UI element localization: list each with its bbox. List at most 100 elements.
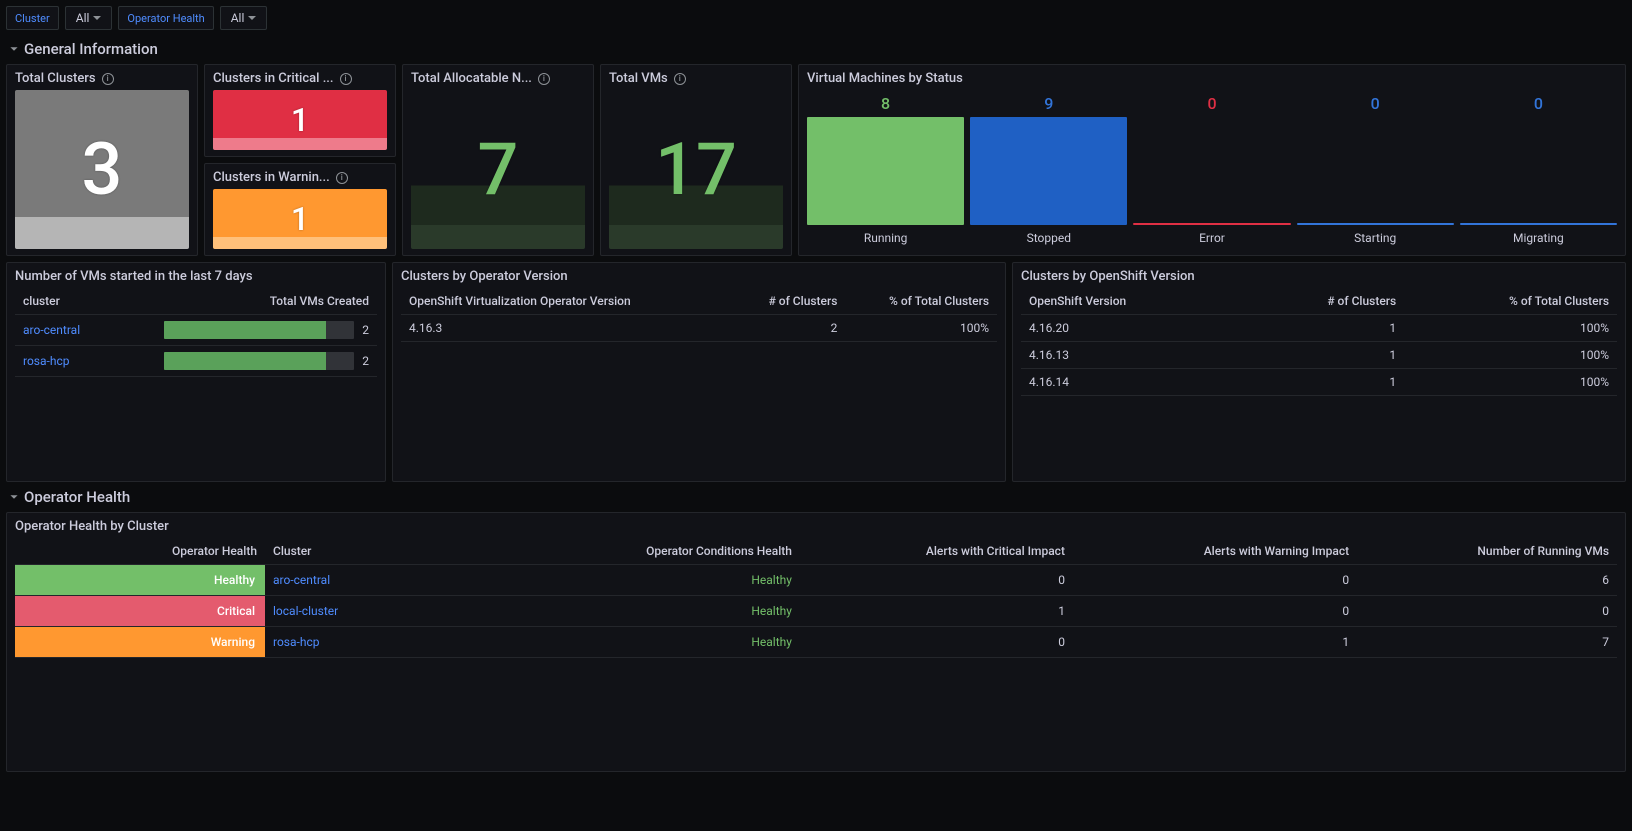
cluster-link[interactable]: rosa-hcp (265, 627, 515, 657)
vm-status-label: Migrating (1513, 231, 1564, 245)
table-row: rosa-hcp 2 (15, 346, 377, 377)
gauge-value: 2 (362, 323, 369, 337)
gauge-cell: 2 (156, 346, 378, 377)
section-header-operator-health[interactable]: Operator Health (10, 488, 1626, 506)
vm-bar (807, 117, 964, 225)
vm-bar (1460, 223, 1617, 225)
vm-status-label: Stopped (1027, 231, 1071, 245)
cell-crit-alerts: 0 (800, 565, 1073, 595)
cell-pct: 100% (1404, 342, 1617, 369)
panel-oh-by-cluster[interactable]: Operator Health by Cluster Operator Heal… (6, 512, 1626, 772)
cluster-link[interactable]: rosa-hcp (15, 346, 156, 377)
cell-running-vms: 0 (1357, 596, 1617, 626)
panel-vms-started[interactable]: Number of VMs started in the last 7 days… (6, 262, 386, 482)
gauge-value: 2 (362, 354, 369, 368)
panel-warning[interactable]: Clusters in Warnin... i 1 (204, 163, 396, 256)
gauge-cell: 2 (156, 315, 378, 346)
panel-critical[interactable]: Clusters in Critical ... i 1 (204, 64, 396, 157)
th-cluster[interactable]: cluster (15, 288, 156, 315)
stat-chart: 17 (609, 90, 783, 249)
stat-value-total-vms: 17 (655, 127, 737, 212)
cell-version: 4.16.13 (1021, 342, 1240, 369)
th-crit[interactable]: Alerts with Critical Impact (800, 538, 1073, 565)
th-op-ver[interactable]: OpenShift Virtualization Operator Versio… (401, 288, 729, 315)
vm-bar-wrap (1297, 117, 1454, 225)
panel-title-total-vms: Total VMs (609, 71, 668, 86)
row-operator-health: Operator Health by Cluster Operator Heal… (6, 512, 1626, 772)
panel-title-oh: Operator Health by Cluster (15, 519, 169, 534)
cell-health-badge: Warning (15, 627, 265, 658)
stat-value-allocatable: 7 (478, 127, 519, 212)
th-oh[interactable]: Operator Health (15, 538, 265, 565)
th-cluster-count[interactable]: # of Clusters (729, 288, 846, 315)
stat-chart: 1 (213, 189, 387, 249)
vm-count: 0 (1371, 94, 1380, 113)
cell-count: 2 (729, 315, 846, 342)
th-pct[interactable]: % of Total Clusters (1404, 288, 1617, 315)
th-os-ver[interactable]: OpenShift Version (1021, 288, 1240, 315)
info-icon[interactable]: i (102, 73, 114, 85)
cell-warn-alerts: 0 (1073, 596, 1357, 626)
cell-count: 1 (1240, 369, 1404, 396)
cell-crit-alerts: 0 (800, 627, 1073, 657)
table-oh: Operator Health Cluster Operator Conditi… (15, 538, 1617, 658)
th-total-created[interactable]: Total VMs Created (156, 288, 378, 315)
panel-title-os-version: Clusters by OpenShift Version (1021, 269, 1195, 284)
filter-select-operator-health[interactable]: All (220, 6, 268, 30)
vm-bar (1297, 223, 1454, 225)
th-cond[interactable]: Operator Conditions Health (515, 538, 800, 565)
vm-status-column: 0 Error (1133, 94, 1290, 245)
info-icon[interactable]: i (336, 172, 348, 184)
vm-bar (970, 117, 1127, 225)
table-row: Warning rosa-hcp Healthy 0 1 7 (15, 627, 1617, 658)
panel-title-critical: Clusters in Critical ... (213, 71, 334, 86)
filter-select-cluster[interactable]: All (65, 6, 113, 30)
cluster-link[interactable]: aro-central (15, 315, 156, 346)
th-pct[interactable]: % of Total Clusters (845, 288, 997, 315)
table-row: Critical local-cluster Healthy 1 0 0 (15, 596, 1617, 627)
stat-chart: 3 (15, 90, 189, 249)
cell-crit-alerts: 1 (800, 596, 1073, 626)
vm-count: 0 (1534, 94, 1543, 113)
th-running[interactable]: Number of Running VMs (1357, 538, 1617, 565)
stat-chart: 1 (213, 90, 387, 150)
th-warn[interactable]: Alerts with Warning Impact (1073, 538, 1357, 565)
stat-value-total-clusters: 3 (82, 127, 123, 212)
vm-status-column: 9 Stopped (970, 94, 1127, 245)
panel-vm-status[interactable]: Virtual Machines by Status 8 Running 9 S… (798, 64, 1626, 256)
chevron-down-icon (10, 47, 17, 51)
row-general-stats: Total Clusters i 3 Clusters in Critical … (6, 64, 1626, 256)
panel-title-warning: Clusters in Warnin... (213, 170, 330, 185)
panel-title-allocatable: Total Allocatable N... (411, 71, 532, 86)
cell-count: 1 (1240, 342, 1404, 369)
info-icon[interactable]: i (674, 73, 686, 85)
cell-health-badge: Healthy (15, 565, 265, 596)
panel-allocatable[interactable]: Total Allocatable N... i 7 (402, 64, 594, 256)
table-op-version: OpenShift Virtualization Operator Versio… (401, 288, 997, 342)
section-header-general[interactable]: General Information (10, 40, 1626, 58)
vm-bar-wrap (970, 117, 1127, 225)
th-cluster-count[interactable]: # of Clusters (1240, 288, 1404, 315)
filter-label-cluster: Cluster (6, 6, 59, 30)
vm-status-column: 8 Running (807, 94, 964, 245)
panel-total-vms[interactable]: Total VMs i 17 (600, 64, 792, 256)
chevron-down-icon (10, 495, 17, 499)
cell-condition: Healthy (515, 565, 800, 595)
cluster-link[interactable]: aro-central (265, 565, 515, 595)
section-title-general: General Information (24, 40, 158, 58)
th-cluster[interactable]: Cluster (265, 538, 515, 565)
panel-title-total-clusters: Total Clusters (15, 71, 96, 86)
panel-by-os-version[interactable]: Clusters by OpenShift Version OpenShift … (1012, 262, 1626, 482)
panel-total-clusters[interactable]: Total Clusters i 3 (6, 64, 198, 256)
info-icon[interactable]: i (340, 73, 352, 85)
table-row: 4.16.3 2 100% (401, 315, 997, 342)
filter-label-operator-health: Operator Health (118, 6, 213, 30)
row-tables: Number of VMs started in the last 7 days… (6, 262, 1626, 482)
cell-count: 1 (1240, 315, 1404, 342)
cluster-link[interactable]: local-cluster (265, 596, 515, 626)
panel-by-op-version[interactable]: Clusters by Operator Version OpenShift V… (392, 262, 1006, 482)
cell-running-vms: 7 (1357, 627, 1617, 657)
cell-pct: 100% (845, 315, 997, 342)
vm-status-label: Error (1199, 231, 1225, 245)
info-icon[interactable]: i (538, 73, 550, 85)
